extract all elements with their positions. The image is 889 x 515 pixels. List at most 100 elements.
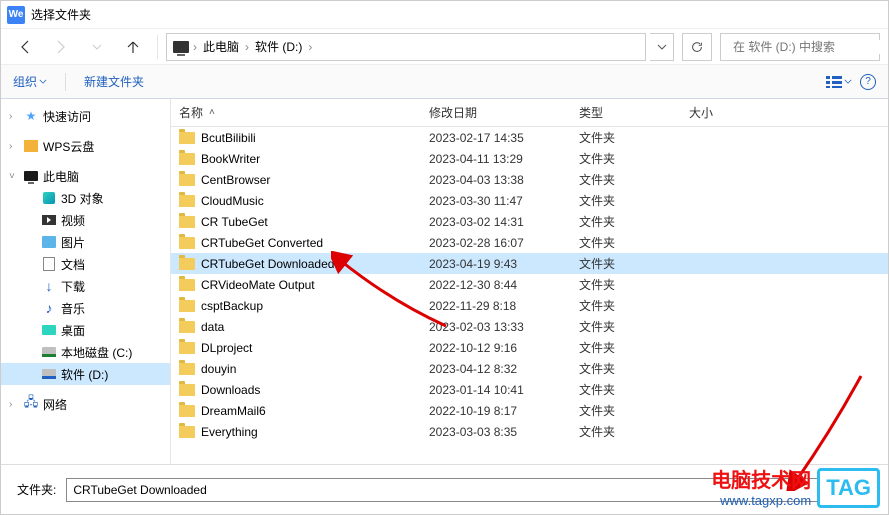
sidebar-item[interactable]: 桌面 xyxy=(1,319,170,341)
file-name: CRTubeGet Downloaded xyxy=(201,257,334,271)
breadcrumb[interactable]: › 此电脑 › 软件 (D:) › xyxy=(166,33,646,61)
chevron-right-icon: › xyxy=(308,40,312,54)
sidebar-item[interactable]: ˅此电脑 xyxy=(1,165,170,187)
watermark: 电脑技术网 www.tagxp.com TAG xyxy=(711,464,880,508)
forward-button[interactable] xyxy=(45,33,77,61)
search-input[interactable] xyxy=(733,40,888,54)
file-row[interactable]: Everything2023-03-03 8:35文件夹 xyxy=(171,421,888,442)
file-row[interactable]: BcutBilibili2023-02-17 14:35文件夹 xyxy=(171,127,888,148)
file-type: 文件夹 xyxy=(579,129,689,146)
file-type: 文件夹 xyxy=(579,171,689,188)
sidebar-item[interactable]: ›WPS云盘 xyxy=(1,135,170,157)
help-button[interactable]: ? xyxy=(860,74,876,90)
sidebar-item[interactable]: 软件 (D:) xyxy=(1,363,170,385)
file-date: 2023-04-12 8:32 xyxy=(429,362,579,376)
file-date: 2023-03-03 8:35 xyxy=(429,425,579,439)
sort-asc-icon: ˄ xyxy=(209,107,215,118)
wps-icon xyxy=(23,138,39,154)
network-icon: 🖧 xyxy=(23,396,39,412)
column-name[interactable]: 名称˄ xyxy=(179,104,429,121)
file-type: 文件夹 xyxy=(579,297,689,314)
sidebar-item-label: 桌面 xyxy=(61,322,85,339)
watermark-title: 电脑技术网 xyxy=(711,464,811,493)
file-type: 文件夹 xyxy=(579,318,689,335)
sidebar-item-label: 文档 xyxy=(61,256,85,273)
sidebar-item[interactable]: 视频 xyxy=(1,209,170,231)
file-row[interactable]: CentBrowser2023-04-03 13:38文件夹 xyxy=(171,169,888,190)
file-date: 2023-02-28 16:07 xyxy=(429,236,579,250)
column-date[interactable]: 修改日期 xyxy=(429,104,579,121)
watermark-url: www.tagxp.com xyxy=(711,493,811,508)
pc-icon xyxy=(173,41,189,53)
column-headers: 名称˄ 修改日期 类型 大小 xyxy=(171,99,888,127)
column-type[interactable]: 类型 xyxy=(579,104,689,121)
back-button[interactable] xyxy=(9,33,41,61)
file-date: 2023-02-17 14:35 xyxy=(429,131,579,145)
refresh-button[interactable] xyxy=(682,33,712,61)
window-title: 选择文件夹 xyxy=(31,6,91,23)
file-name: BookWriter xyxy=(201,152,260,166)
sidebar-item[interactable]: 文档 xyxy=(1,253,170,275)
sidebar-item-label: 音乐 xyxy=(61,300,85,317)
file-type: 文件夹 xyxy=(579,423,689,440)
file-list[interactable]: BcutBilibili2023-02-17 14:35文件夹BookWrite… xyxy=(171,127,888,479)
file-row[interactable]: BookWriter2023-04-11 13:29文件夹 xyxy=(171,148,888,169)
file-name: data xyxy=(201,320,224,334)
file-type: 文件夹 xyxy=(579,276,689,293)
breadcrumb-dropdown[interactable] xyxy=(650,33,674,61)
sidebar-item-label: 图片 xyxy=(61,234,85,251)
sidebar-item[interactable]: ›★快速访问 xyxy=(1,105,170,127)
breadcrumb-item[interactable]: 软件 (D:) xyxy=(253,38,304,55)
organize-button[interactable]: 组织 xyxy=(13,73,47,90)
file-row[interactable]: CloudMusic2023-03-30 11:47文件夹 xyxy=(171,190,888,211)
expand-icon: › xyxy=(9,111,19,122)
breadcrumb-item[interactable]: 此电脑 xyxy=(201,38,241,55)
file-row[interactable]: CRVideoMate Output2022-12-30 8:44文件夹 xyxy=(171,274,888,295)
file-date: 2023-01-14 10:41 xyxy=(429,383,579,397)
sidebar-item[interactable]: ♪音乐 xyxy=(1,297,170,319)
document-icon xyxy=(41,256,57,272)
file-name: DLproject xyxy=(201,341,252,355)
file-type: 文件夹 xyxy=(579,381,689,398)
sidebar-item-label: WPS云盘 xyxy=(43,138,94,155)
file-type: 文件夹 xyxy=(579,339,689,356)
file-row[interactable]: data 2023-02-03 13:33文件夹 xyxy=(171,316,888,337)
file-row[interactable]: CRTubeGet Converted2023-02-28 16:07文件夹 xyxy=(171,232,888,253)
new-folder-button[interactable]: 新建文件夹 xyxy=(84,73,144,90)
column-size[interactable]: 大小 xyxy=(689,104,888,121)
file-row[interactable]: csptBackup2022-11-29 8:18文件夹 xyxy=(171,295,888,316)
file-row[interactable]: Downloads2023-01-14 10:41文件夹 xyxy=(171,379,888,400)
file-date: 2023-02-03 13:33 xyxy=(429,320,579,334)
sidebar-item-label: 网络 xyxy=(43,396,67,413)
folder-icon xyxy=(179,174,195,186)
file-row[interactable]: CRTubeGet Downloaded2023-04-19 9:43文件夹 xyxy=(171,253,888,274)
file-type: 文件夹 xyxy=(579,360,689,377)
file-row[interactable]: DreamMail62022-10-19 8:17文件夹 xyxy=(171,400,888,421)
sidebar-item[interactable]: 本地磁盘 (C:) xyxy=(1,341,170,363)
sidebar-item[interactable]: 3D 对象 xyxy=(1,187,170,209)
search-box[interactable] xyxy=(720,33,880,61)
recent-dropdown[interactable] xyxy=(81,33,113,61)
folder-label: 文件夹: xyxy=(17,481,56,498)
file-date: 2023-03-30 11:47 xyxy=(429,194,579,208)
folder-icon xyxy=(179,153,195,165)
file-row[interactable]: CR TubeGet2023-03-02 14:31文件夹 xyxy=(171,211,888,232)
desktop-icon xyxy=(41,322,57,338)
sidebar-item[interactable]: 图片 xyxy=(1,231,170,253)
up-button[interactable] xyxy=(117,33,149,61)
folder-icon xyxy=(179,216,195,228)
sidebar: ›★快速访问›WPS云盘˅此电脑3D 对象视频图片文档↓下载♪音乐桌面本地磁盘 … xyxy=(1,99,171,479)
view-button[interactable] xyxy=(826,76,852,88)
sidebar-item-label: 下载 xyxy=(61,278,85,295)
expand-icon: › xyxy=(9,399,19,410)
folder-icon xyxy=(179,279,195,291)
watermark-tag: TAG xyxy=(817,468,880,508)
file-row[interactable]: douyin2023-04-12 8:32文件夹 xyxy=(171,358,888,379)
sidebar-item[interactable]: › 🖧网络 xyxy=(1,393,170,415)
folder-icon xyxy=(179,384,195,396)
folder-icon xyxy=(179,426,195,438)
star-icon: ★ xyxy=(23,108,39,124)
sidebar-item[interactable]: ↓下载 xyxy=(1,275,170,297)
file-name: csptBackup xyxy=(201,299,263,313)
file-row[interactable]: DLproject2022-10-12 9:16文件夹 xyxy=(171,337,888,358)
